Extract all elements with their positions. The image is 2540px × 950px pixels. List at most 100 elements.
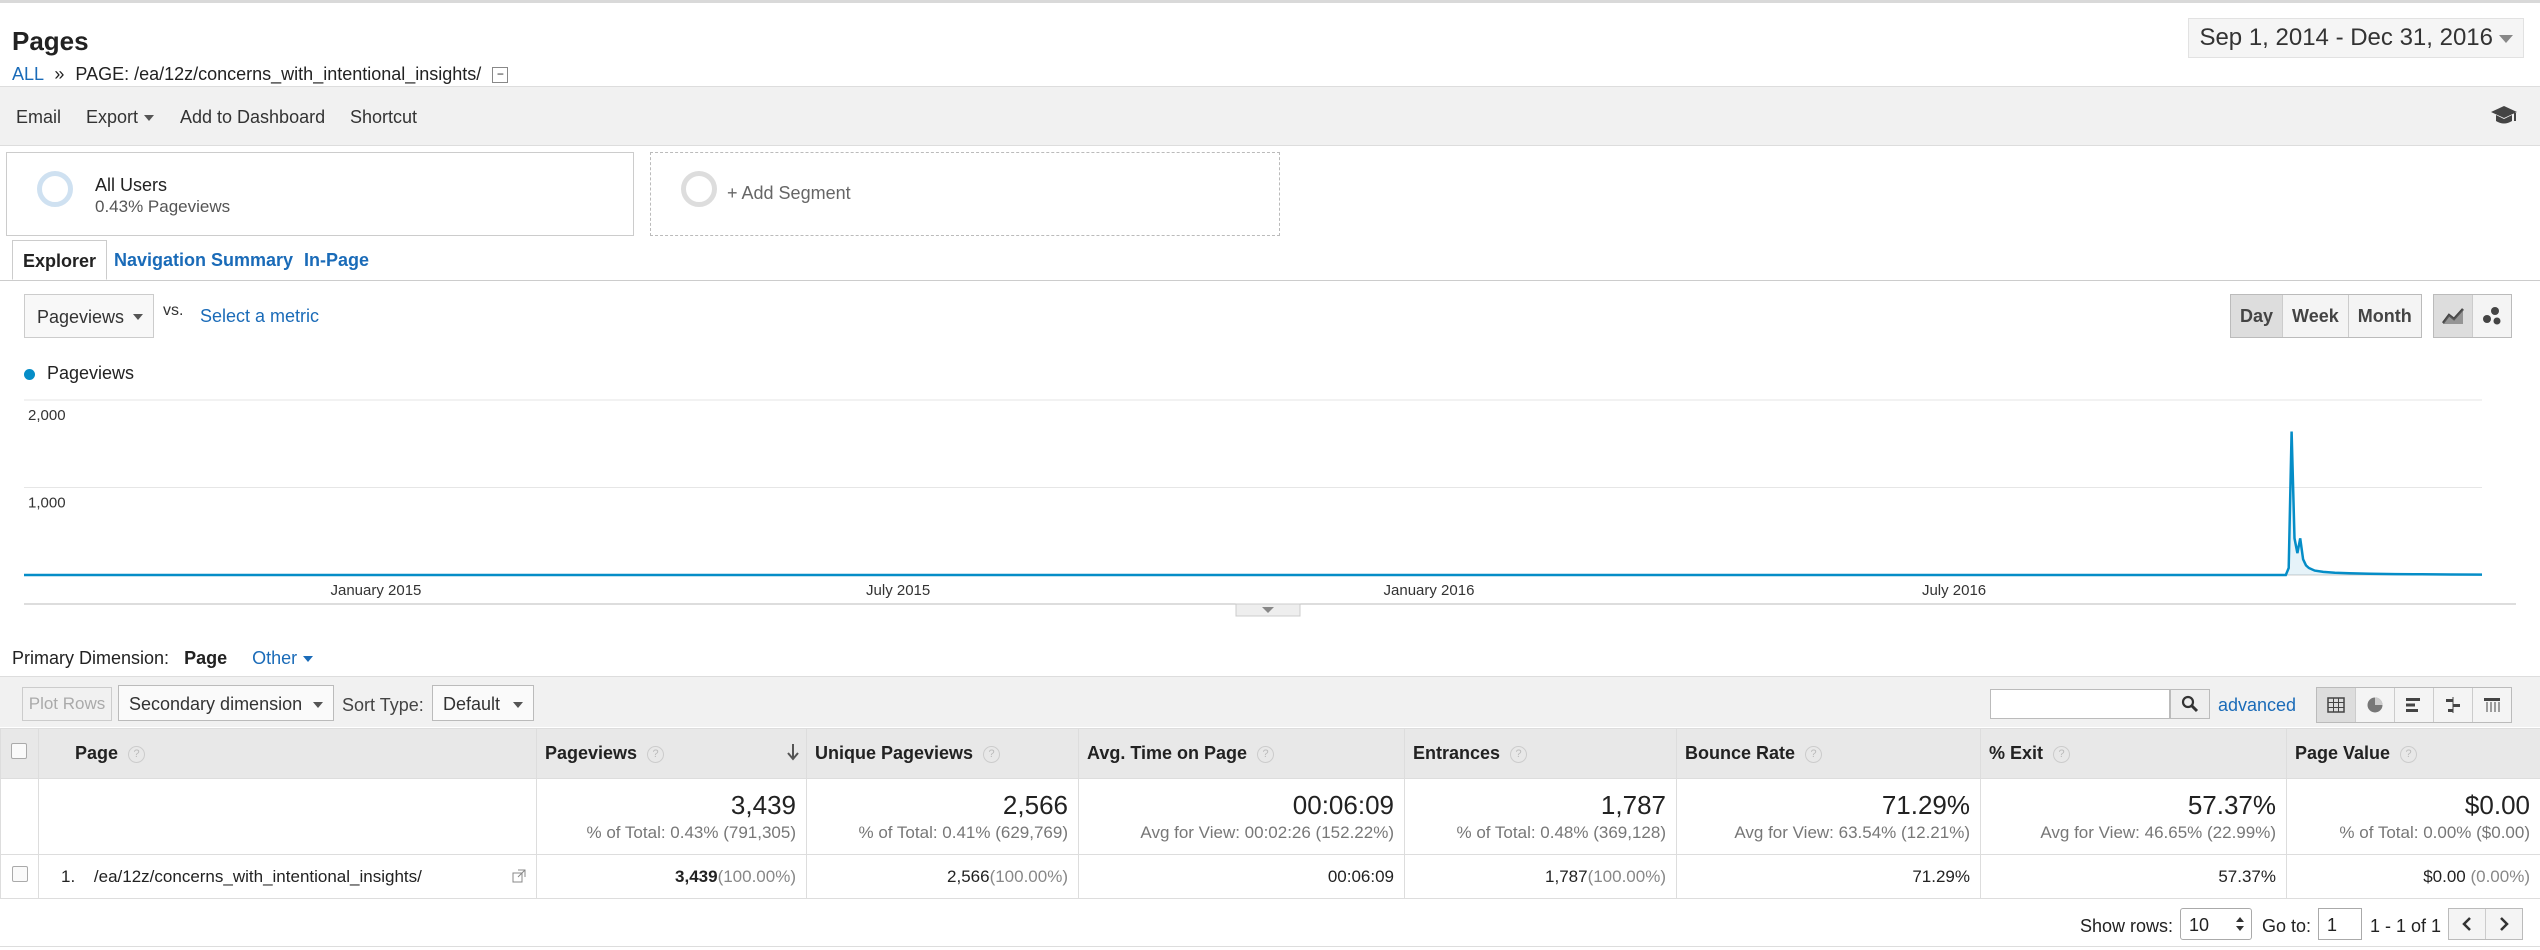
row-page-link[interactable]: /ea/12z/concerns_with_intentional_insigh… (94, 867, 422, 886)
column-header-page-value[interactable]: Page Value? (2286, 728, 2540, 779)
row-unique-value: 2,566 (947, 866, 990, 886)
pie-view-button[interactable] (2356, 688, 2395, 722)
totals-entrances: 1,787 % of Total: 0.48% (369,128) (1404, 778, 1677, 855)
plot-rows-button[interactable]: Plot Rows (22, 687, 112, 721)
select-all-checkbox[interactable] (11, 743, 27, 759)
segment-ring-icon (681, 171, 717, 207)
external-link-icon[interactable] (512, 869, 526, 883)
week-button[interactable]: Week (2283, 295, 2349, 337)
total-value: 71.29% (1881, 790, 1970, 820)
chevron-down-icon (2499, 35, 2513, 43)
comparison-view-button[interactable] (2434, 688, 2473, 722)
total-value: 1,787 (1600, 790, 1666, 820)
add-segment-button[interactable]: + Add Segment (650, 152, 1280, 236)
totals-empty-cell (0, 778, 39, 855)
row-pageviews-value: 3,439 (675, 866, 718, 886)
breadcrumb: ALL » PAGE: /ea/12z/concerns_with_intent… (12, 64, 509, 85)
column-header-exit[interactable]: % Exit? (1980, 728, 2287, 779)
month-button[interactable]: Month (2349, 295, 2421, 337)
totals-pageviews: 3,439 % of Total: 0.43% (791,305) (536, 778, 807, 855)
help-icon[interactable]: ? (1257, 745, 1275, 763)
help-icon[interactable]: ? (647, 745, 665, 763)
tab-navigation-summary[interactable]: Navigation Summary (104, 240, 303, 280)
row-entrances-value: 1,787 (1545, 866, 1588, 886)
bar-list-icon (2406, 698, 2420, 712)
chart-type-buttons (2433, 294, 2512, 338)
column-header-entrances[interactable]: Entrances? (1404, 728, 1677, 779)
table-search-input[interactable] (1990, 689, 2170, 719)
pivot-view-button[interactable] (2473, 688, 2511, 722)
column-header-page[interactable]: Page? (38, 728, 537, 779)
breadcrumb-all-link[interactable]: ALL (12, 64, 43, 84)
y-tick-label: 2,000 (28, 407, 66, 424)
table-toolbar: Plot Rows Secondary dimension Sort Type:… (0, 676, 2540, 727)
row-pageviews: 3,439(100.00%) (536, 854, 807, 899)
chevron-down-icon (133, 314, 143, 320)
secondary-dimension-dropdown[interactable]: Secondary dimension (118, 685, 334, 721)
date-range-picker[interactable]: Sep 1, 2014 - Dec 31, 2016 (2188, 18, 2524, 58)
line-chart-button[interactable] (2434, 295, 2473, 337)
data-view-button[interactable] (2317, 688, 2356, 722)
row-bounce-rate: 71.29% (1676, 854, 1981, 899)
metric-dropdown[interactable]: Pageviews (24, 294, 154, 338)
totals-avg-time: 00:06:09 Avg for View: 00:02:26 (152.22%) (1078, 778, 1405, 855)
x-tick-label: July 2016 (1922, 582, 1986, 599)
row-select-cell (0, 854, 39, 899)
column-header-pageviews[interactable]: Pageviews? (536, 728, 807, 779)
select-metric-link[interactable]: Select a metric (200, 306, 319, 327)
granularity-buttons: Day Week Month (2230, 294, 2422, 338)
advanced-filter-link[interactable]: advanced (2218, 695, 2296, 716)
email-button[interactable]: Email (16, 107, 61, 128)
dimension-other-dropdown[interactable]: Other (252, 648, 314, 668)
bubble-chart-icon (2483, 307, 2501, 325)
total-sub: % of Total: 0.00% ($0.00) (2339, 823, 2530, 842)
totals-page-value: $0.00 % of Total: 0.00% ($0.00) (2286, 778, 2540, 855)
export-button[interactable]: Export (86, 107, 155, 128)
goto-label: Go to: (2262, 916, 2312, 936)
breadcrumb-separator: » (54, 64, 65, 84)
y-tick-label: 1,000 (28, 495, 66, 512)
search-button[interactable] (2170, 689, 2210, 719)
add-to-dashboard-button[interactable]: Add to Dashboard (180, 107, 325, 128)
x-tick-label: January 2016 (1384, 582, 1475, 599)
select-all-cell (0, 728, 39, 779)
table-footer: Show rows: 10 Go to: 1 1 - 1 of 1 (0, 900, 2540, 947)
column-header-label: Page (75, 743, 119, 763)
help-icon[interactable]: ? (2400, 745, 2418, 763)
total-sub: Avg for View: 46.65% (22.99%) (2040, 823, 2276, 842)
performance-view-button[interactable] (2395, 688, 2434, 722)
tab-in-page[interactable]: In-Page (294, 240, 379, 280)
help-icon[interactable]: ? (2053, 745, 2071, 763)
show-rows-value: 10 (2189, 915, 2210, 935)
row-avg-time: 00:06:09 (1078, 854, 1405, 899)
tab-explorer[interactable]: Explorer (12, 240, 108, 280)
column-header-bounce-rate[interactable]: Bounce Rate? (1676, 728, 1981, 779)
collapse-minus-icon[interactable]: − (492, 67, 509, 84)
chevron-down-icon (313, 702, 323, 708)
shortcut-button[interactable]: Shortcut (350, 107, 417, 128)
row-pageviews-pct: (100.00%) (717, 866, 796, 886)
sort-type-dropdown[interactable]: Default (432, 685, 534, 721)
total-value: 57.37% (2187, 790, 2276, 820)
day-button[interactable]: Day (2231, 295, 2284, 337)
goto-input[interactable]: 1 (2318, 908, 2362, 940)
total-value: 00:06:09 (1292, 790, 1394, 820)
help-icon[interactable]: ? (1510, 745, 1528, 763)
segment-all-users[interactable]: All Users 0.43% Pageviews (6, 152, 634, 236)
graduation-cap-icon[interactable] (2490, 103, 2518, 127)
column-header-unique-pageviews[interactable]: Unique Pageviews? (806, 728, 1079, 779)
next-page-button[interactable] (2486, 909, 2522, 939)
segment-detail: 0.43% Pageviews (95, 197, 231, 216)
help-icon[interactable]: ? (1805, 745, 1823, 763)
help-icon[interactable]: ? (128, 745, 146, 763)
help-icon[interactable]: ? (983, 745, 1001, 763)
comparison-icon (2446, 697, 2460, 713)
x-tick-label: July 2015 (866, 582, 930, 599)
row-checkbox[interactable] (12, 866, 28, 882)
motion-chart-button[interactable] (2473, 295, 2511, 337)
prev-page-button[interactable] (2449, 909, 2486, 939)
segment-ring-icon (37, 171, 73, 207)
column-header-avg-time[interactable]: Avg. Time on Page? (1078, 728, 1405, 779)
show-rows-select[interactable]: 10 (2180, 908, 2252, 940)
chevron-down-icon (144, 115, 155, 122)
